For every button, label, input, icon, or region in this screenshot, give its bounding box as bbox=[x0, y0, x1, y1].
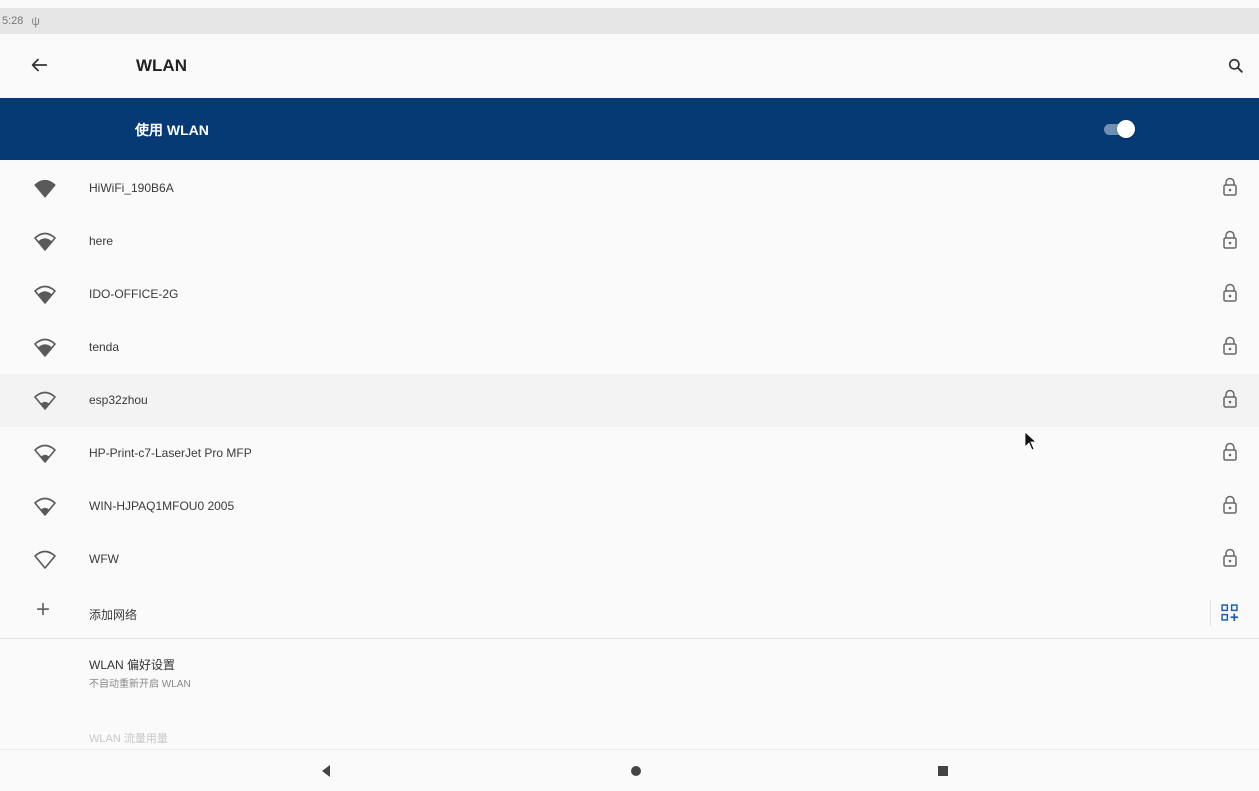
wifi-signal-2-icon bbox=[34, 444, 56, 463]
wifi-signal-2-icon bbox=[34, 391, 56, 410]
network-ssid: IDO-OFFICE-2G bbox=[89, 287, 179, 301]
usb-icon: ψ bbox=[31, 14, 40, 28]
arrow-back-icon[interactable] bbox=[28, 54, 50, 76]
wifi-signal-1-icon bbox=[34, 550, 56, 569]
wlan-preferences-subtitle: 不自动重新开启 WLAN bbox=[89, 679, 191, 690]
lock-icon bbox=[1223, 177, 1237, 196]
lock-icon bbox=[1223, 495, 1237, 514]
network-item[interactable]: HiWiFi_190B6A bbox=[0, 162, 1259, 215]
plus-icon: + bbox=[36, 596, 51, 623]
network-item[interactable]: WIN-HJPAQ1MFOU0 2005 bbox=[0, 480, 1259, 533]
lock-icon bbox=[1223, 336, 1237, 355]
network-ssid: WFW bbox=[89, 552, 119, 566]
wlan-preferences-title: WLAN 偏好设置 bbox=[89, 658, 176, 672]
network-ssid: WIN-HJPAQ1MFOU0 2005 bbox=[89, 499, 235, 513]
divider bbox=[1210, 600, 1211, 626]
wlan-master-switch-label: 使用 WLAN bbox=[135, 122, 209, 138]
page-title: WLAN bbox=[136, 56, 187, 75]
qr-code-scan-icon[interactable] bbox=[1221, 604, 1238, 621]
network-item[interactable]: here bbox=[0, 215, 1259, 268]
lock-icon bbox=[1223, 389, 1237, 408]
app-bar: WLAN bbox=[0, 34, 1259, 98]
wlan-data-usage-row[interactable]: WLAN 流量用量 bbox=[0, 720, 1259, 750]
navigation-bar bbox=[0, 749, 1259, 791]
search-icon[interactable] bbox=[1226, 56, 1246, 76]
toggle-thumb bbox=[1117, 120, 1135, 138]
network-ssid: here bbox=[89, 234, 114, 248]
wlan-preferences-row[interactable]: WLAN 偏好设置 不自动重新开启 WLAN bbox=[0, 640, 1259, 704]
lock-icon bbox=[1223, 283, 1237, 302]
wifi-signal-3-icon bbox=[34, 285, 56, 304]
add-network-row[interactable]: + 添加网络 bbox=[0, 586, 1259, 639]
mouse-cursor-icon bbox=[1024, 431, 1038, 451]
network-item[interactable]: tenda bbox=[0, 321, 1259, 374]
add-network-label: 添加网络 bbox=[89, 608, 138, 622]
network-ssid: HiWiFi_190B6A bbox=[89, 181, 174, 195]
status-bar: 5:28 ψ bbox=[0, 8, 1259, 34]
network-ssid: esp32zhou bbox=[89, 393, 148, 407]
lock-icon bbox=[1223, 230, 1237, 249]
status-time: 5:28 bbox=[2, 15, 24, 27]
nav-home-icon[interactable] bbox=[627, 762, 645, 780]
wlan-toggle-switch[interactable] bbox=[1102, 118, 1138, 140]
network-ssid: tenda bbox=[89, 340, 120, 354]
wifi-signal-3-icon bbox=[34, 232, 56, 251]
lock-icon bbox=[1223, 442, 1237, 461]
network-list: HiWiFi_190B6A here IDO-OFFICE-2G tenda e… bbox=[0, 162, 1259, 586]
android-screen: 5:28 ψ WLAN 使用 WLAN HiWiFi_190B6A here I… bbox=[0, 0, 1259, 791]
network-item[interactable]: IDO-OFFICE-2G bbox=[0, 268, 1259, 321]
network-item[interactable]: WFW bbox=[0, 533, 1259, 586]
network-ssid: HP-Print-c7-LaserJet Pro MFP bbox=[89, 446, 252, 460]
lock-icon bbox=[1223, 548, 1237, 567]
network-item[interactable]: HP-Print-c7-LaserJet Pro MFP bbox=[0, 427, 1259, 480]
wlan-master-switch-bar[interactable]: 使用 WLAN bbox=[0, 98, 1259, 160]
wlan-data-usage-label: WLAN 流量用量 bbox=[89, 733, 168, 745]
wifi-signal-full-icon bbox=[34, 179, 56, 198]
wifi-signal-2-icon bbox=[34, 497, 56, 516]
wifi-signal-3-icon bbox=[34, 338, 56, 357]
network-item[interactable]: esp32zhou bbox=[0, 374, 1259, 427]
nav-recents-icon[interactable] bbox=[934, 762, 952, 780]
nav-back-icon[interactable] bbox=[318, 762, 336, 780]
